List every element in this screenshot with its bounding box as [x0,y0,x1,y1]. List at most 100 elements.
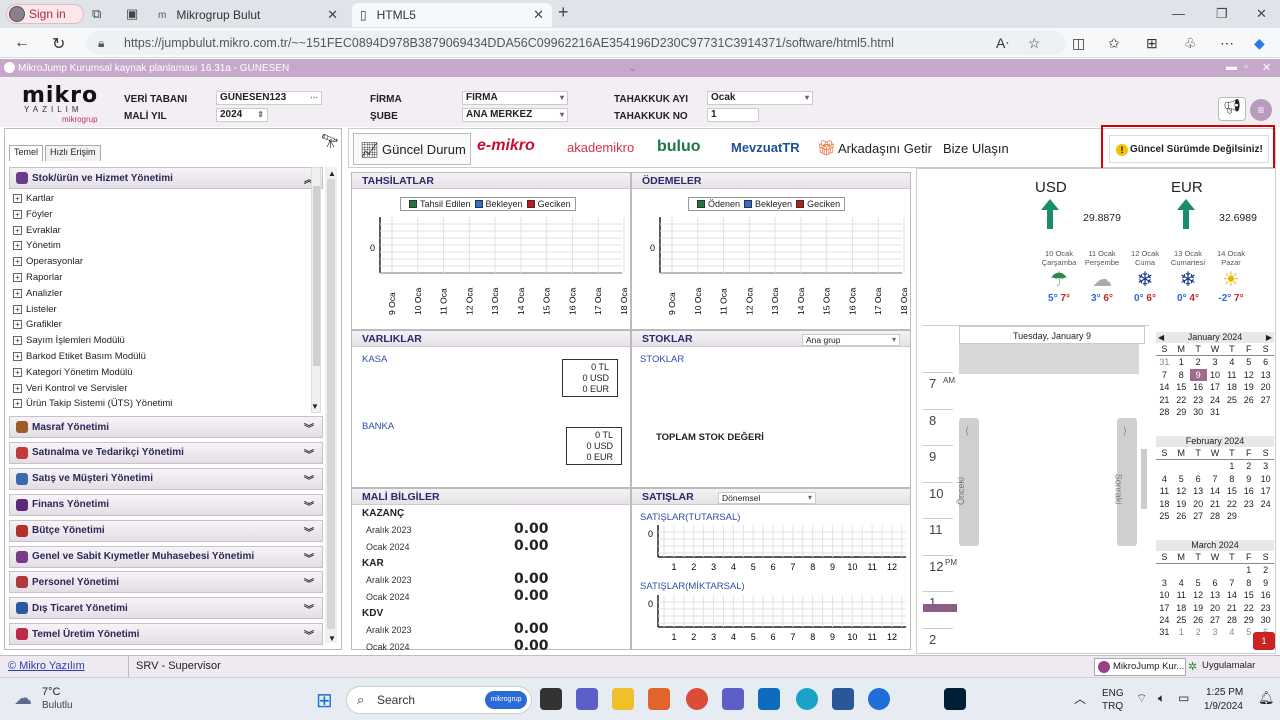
calendar-day[interactable]: 23 [1257,602,1274,614]
satislar-period-select[interactable]: Dönemsel ▾ [718,492,816,504]
tree-item[interactable]: + Ürün Takip Sistemi (ÜTS) Yönetimi [13,398,172,409]
minimize-icon[interactable]: — [1172,6,1185,21]
stoklar-group-select[interactable]: Ana grup ▾ [802,334,900,346]
section-5[interactable]: Bütçe Yönetimi ︾ [9,519,323,542]
teams-icon[interactable] [722,688,744,710]
calendar-day[interactable]: 24 [1207,394,1224,406]
firma-select[interactable]: FIRMA ▾ [462,91,568,105]
calendar-day[interactable]: 16 [1240,485,1257,497]
lang-secondary[interactable]: TRQ [1102,701,1123,712]
tree-item[interactable]: + Föyler [13,209,52,220]
tab-temel[interactable]: Temel [9,145,44,161]
mali-yil-stepper[interactable]: 2024 ⇕ [216,108,268,122]
calendar-day[interactable]: 3 [1207,626,1224,638]
teams-chat-icon[interactable] [576,688,598,710]
notification-badge[interactable]: 1 [1253,632,1275,650]
veri-tabani-field[interactable]: GUNESEN123 ⋯ [216,91,322,105]
calendar-day[interactable]: 17 [1257,485,1274,497]
calendar-day[interactable]: 18 [1173,602,1190,614]
edge-icon[interactable] [796,688,818,710]
calendar-day[interactable]: 11 [1173,589,1190,601]
expand-plus-icon[interactable]: + [13,273,22,282]
speaker-icon[interactable]: 🔈︎ [1158,691,1165,706]
battery-icon[interactable]: ▭ [1178,691,1189,705]
calendar-day[interactable]: 19 [1173,498,1190,510]
calendar-day[interactable]: 13 [1190,485,1207,497]
calendar-day[interactable]: 17 [1207,381,1224,393]
taskbar-search[interactable]: ⌕ Search mikrogrup [346,686,532,714]
calendar-day[interactable]: 3 [1207,356,1224,368]
calendar-day[interactable]: 9 [1189,368,1207,382]
calendar-day[interactable]: 1 [1223,460,1240,472]
expand-plus-icon[interactable]: + [13,367,22,377]
wifi-icon[interactable]: ⌔ [1136,691,1147,706]
lang-primary[interactable]: ENG [1102,688,1124,699]
taskbar-date[interactable]: 1/9/2024 [1204,701,1243,712]
calendar-day[interactable]: 11 [1223,369,1240,381]
favorite-star-icon[interactable]: ☆ [1028,35,1041,52]
calendar-day[interactable]: 24 [1257,498,1274,510]
taskbar-time[interactable]: 1:25 PM [1206,687,1243,698]
calendar-day[interactable]: 29 [1173,406,1190,418]
allday-area[interactable] [959,344,1139,374]
calendar-day[interactable]: 28 [1156,406,1173,418]
workspaces-icon[interactable]: ⧉ [92,6,101,22]
tree-item[interactable]: + Analizler [13,288,62,299]
expand-plus-icon[interactable]: + [13,241,22,251]
calendar-day[interactable]: 13 [1257,369,1274,381]
calendar-day[interactable]: 12 [1190,589,1207,601]
calendar-day[interactable]: 25 [1156,510,1173,522]
scroll-down-icon[interactable]: ▼ [311,402,319,411]
calendar-day[interactable] [1156,460,1173,472]
calendar-day[interactable]: 28 [1223,614,1240,626]
calendar-day[interactable]: 2 [1257,564,1274,576]
tab-actions-icon[interactable]: ▣ [126,6,138,22]
calendar-day[interactable]: 12 [1240,369,1257,381]
scroll-thumb[interactable] [313,186,320,366]
chrome-icon[interactable] [686,688,708,710]
next-month-icon[interactable]: ▶ [1266,332,1272,343]
calendar-day[interactable]: 17 [1156,602,1173,614]
expand-plus-icon[interactable]: + [13,209,22,219]
taskitem-uygulamalar[interactable]: ✲ Uygulamalar [1188,658,1274,676]
calendar-day[interactable]: 31 [1207,406,1224,418]
back-icon[interactable]: ← [14,34,30,52]
app-restore-icon[interactable]: ▫ [1244,61,1248,73]
outlook-icon[interactable] [758,688,780,710]
scroll-up-icon[interactable]: ▲ [328,169,336,178]
bize-ulasin-link[interactable]: Bize Ulaşın [943,141,1009,156]
calendar-day[interactable] [1173,460,1190,472]
version-warning-button[interactable]: ! Güncel Sürümde Değilsiniz! [1109,135,1269,163]
expand-plus-icon[interactable]: + [13,225,22,235]
close-window-icon[interactable]: ✕ [1256,6,1267,22]
calendar-day[interactable]: 22 [1223,498,1240,510]
calendar-day[interactable]: 12 [1173,485,1190,497]
calendar-day[interactable]: 5 [1240,356,1257,368]
tree-item[interactable]: + Evraklar [13,225,61,236]
next-button[interactable]: ⟩ Sonraki [1113,418,1137,546]
calendar-day[interactable]: 11 [1156,485,1173,497]
tree-item[interactable]: + Listeler [13,304,57,315]
calendar-day[interactable]: 21 [1223,602,1240,614]
expand-plus-icon[interactable]: + [13,399,22,409]
calendar-day[interactable]: 3 [1257,460,1274,472]
calendar-day[interactable] [1223,564,1240,576]
menu-dots-icon[interactable]: ⋯ [1220,35,1234,52]
calendar-day[interactable]: 14 [1156,381,1173,393]
expand-plus-icon[interactable]: + [13,194,22,203]
mevzuattr-link[interactable]: MevzuatTR [731,140,800,155]
calendar-day[interactable] [1257,406,1274,418]
buluo-link[interactable]: buluo [657,138,701,156]
calendar-day[interactable]: 22 [1173,394,1190,406]
calendar-day[interactable]: 5 [1190,577,1207,589]
calendar-day[interactable]: 6 [1190,473,1207,485]
schedule-scrollbar[interactable] [1141,449,1147,509]
app-close-icon[interactable]: ✕ [1262,61,1271,74]
calendar-day[interactable]: 24 [1156,614,1173,626]
calendar-day[interactable]: 8 [1173,369,1190,381]
calendar-day[interactable] [1173,564,1190,576]
section-stok[interactable]: Stok/ürün ve Hizmet Yönetimi ︽ [9,167,323,189]
akademikro-link[interactable]: akademikro [567,140,634,155]
calendar-day[interactable]: 2 [1240,460,1257,472]
tree-item[interactable]: + Operasyonlar [13,256,83,267]
